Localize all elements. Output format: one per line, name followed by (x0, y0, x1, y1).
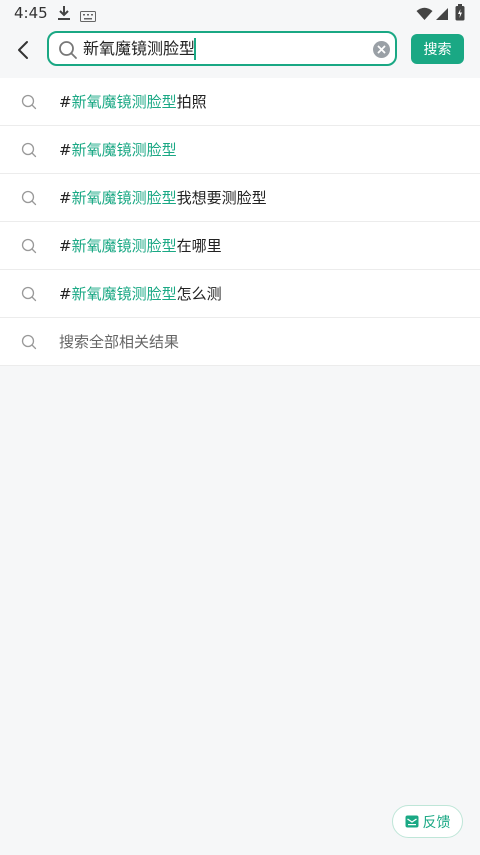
search-icon (21, 142, 37, 162)
suggestion-suffix: 在哪里 (176, 237, 222, 255)
keyboard-icon (80, 7, 96, 26)
suggestion-text: #新氧魔镜测脸型拍照 (59, 91, 207, 112)
search-icon (21, 286, 37, 306)
suggestion-highlight: 新氧魔镜测脸型 (71, 285, 177, 303)
suggestion-text: #新氧魔镜测脸型怎么测 (59, 283, 222, 304)
suggestion-highlight: 新氧魔镜测脸型 (71, 141, 177, 159)
search-all-label: 搜索全部相关结果 (59, 333, 180, 351)
download-icon (57, 5, 71, 25)
mail-icon (405, 815, 419, 828)
feedback-label: 反馈 (422, 814, 451, 831)
suggestion-item[interactable]: #新氧魔镜测脸型在哪里 (0, 222, 480, 270)
search-icon (21, 334, 37, 354)
suggestion-item[interactable]: #新氧魔镜测脸型拍照 (0, 78, 480, 126)
suggestion-item[interactable]: #新氧魔镜测脸型我想要测脸型 (0, 174, 480, 222)
back-arrow-icon[interactable] (12, 38, 36, 62)
text-caret (194, 38, 196, 60)
search-button[interactable]: 搜索 (411, 34, 464, 64)
search-icon (21, 94, 37, 114)
suggestion-prefix: # (59, 189, 72, 207)
suggestion-prefix: # (59, 141, 72, 159)
suggestion-highlight: 新氧魔镜测脸型 (71, 93, 177, 111)
suggestion-prefix: # (59, 237, 72, 255)
status-bar: 4:45 (0, 0, 480, 26)
status-time: 4:45 (14, 4, 48, 22)
suggestion-text: #新氧魔镜测脸型在哪里 (59, 235, 222, 256)
suggestion-prefix: # (59, 93, 72, 111)
battery-icon (455, 4, 465, 25)
search-icon (21, 238, 37, 258)
suggestion-suffix: 拍照 (176, 93, 207, 111)
clear-icon[interactable] (373, 41, 390, 58)
suggestion-item[interactable]: #新氧魔镜测脸型 (0, 126, 480, 174)
search-header: 新氧魔镜测脸型 搜索 (0, 26, 480, 78)
suggestion-suffix: 怎么测 (176, 285, 222, 303)
suggestion-prefix: # (59, 285, 72, 303)
suggestion-highlight: 新氧魔镜测脸型 (71, 237, 177, 255)
feedback-button[interactable]: 反馈 (392, 805, 463, 838)
wifi-icon (416, 6, 433, 25)
suggestion-item[interactable]: #新氧魔镜测脸型怎么测 (0, 270, 480, 318)
suggestion-suffix: 我想要测脸型 (176, 189, 267, 207)
search-icon (58, 40, 78, 64)
suggestion-highlight: 新氧魔镜测脸型 (71, 189, 177, 207)
search-icon (21, 190, 37, 210)
search-all-item[interactable]: 搜索全部相关结果 (0, 318, 480, 366)
suggestion-text: #新氧魔镜测脸型 (59, 139, 177, 160)
suggestion-text: #新氧魔镜测脸型我想要测脸型 (59, 187, 267, 208)
search-field[interactable]: 新氧魔镜测脸型 (47, 31, 397, 66)
signal-icon (435, 6, 449, 25)
search-input[interactable]: 新氧魔镜测脸型 (83, 36, 363, 62)
suggestion-list: #新氧魔镜测脸型拍照 #新氧魔镜测脸型 #新氧魔镜测脸型我想要测脸型 #新氧魔镜… (0, 78, 480, 366)
